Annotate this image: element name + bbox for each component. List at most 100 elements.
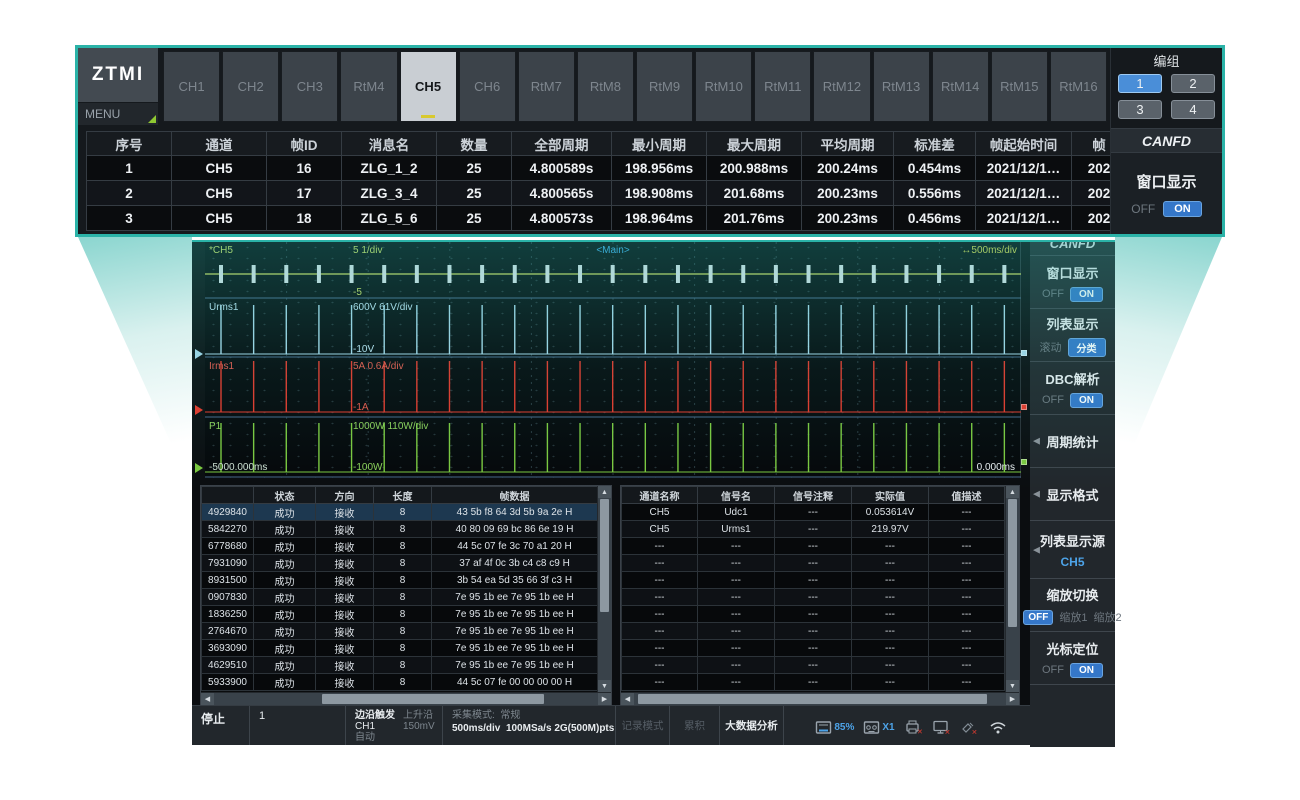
tab-rtm8[interactable]: RtM8 — [577, 51, 634, 122]
frame-table-row[interactable]: 5842270成功接收840 80 09 69 bc 86 6e 19 H — [202, 521, 598, 538]
vscroll-thumb[interactable] — [600, 499, 609, 612]
tab-rtm9[interactable]: RtM9 — [636, 51, 693, 122]
sidebar-item-list-display[interactable]: 列表显示滚动分类 — [1030, 308, 1115, 361]
sidebar-item-window-display[interactable]: 窗口显示OFFON — [1030, 255, 1115, 308]
stats-table-row[interactable]: 2CH517ZLG_3_4254.800565s198.908ms201.68m… — [87, 181, 1111, 206]
option-滚动[interactable]: 滚动 — [1040, 339, 1062, 355]
signal-table-row[interactable]: --------------- — [622, 657, 1005, 674]
tab-rtm12[interactable]: RtM12 — [813, 51, 870, 122]
group-button-1[interactable]: 1 — [1118, 74, 1162, 93]
option-缩放1[interactable]: 缩放1 — [1059, 609, 1087, 625]
wifi-icon[interactable] — [988, 720, 1008, 735]
group-button-4[interactable]: 4 — [1171, 100, 1215, 119]
menu-button[interactable]: MENU — [78, 102, 158, 125]
scroll-right-icon[interactable]: ▶ — [598, 693, 611, 705]
scroll-right-icon[interactable]: ▶ — [1006, 693, 1019, 705]
signal-table-row[interactable]: CH5Udc1---0.053614V--- — [622, 504, 1005, 521]
urms1-right-marker[interactable] — [1021, 350, 1027, 356]
option-on[interactable]: ON — [1070, 393, 1103, 408]
time-end-marker[interactable] — [1021, 459, 1027, 465]
frame-table-row[interactable]: 3693090成功接收87e 95 1b ee 7e 95 1b ee H — [202, 640, 598, 657]
signal-table-hscrollbar[interactable]: ◀ ▶ — [621, 692, 1019, 705]
acquisition-info[interactable]: 采集模式: 常规 500ms/div 100MSa/s 2G(500M)pts — [443, 706, 616, 745]
group-button-2[interactable]: 2 — [1171, 74, 1215, 93]
vscroll-thumb[interactable] — [1008, 499, 1017, 627]
frame-table-row[interactable]: 7931090成功接收837 af 4f 0c 3b c4 c8 c9 H — [202, 555, 598, 572]
tab-rtm10[interactable]: RtM10 — [695, 51, 752, 122]
hscroll-thumb[interactable] — [638, 694, 988, 704]
signal-table-row[interactable]: --------------- — [622, 623, 1005, 640]
tab-rtm13[interactable]: RtM13 — [873, 51, 930, 122]
sidebar-item-display-format[interactable]: ◀显示格式 — [1030, 467, 1115, 520]
signal-table-row[interactable]: --------------- — [622, 589, 1005, 606]
option-off[interactable]: OFF — [1042, 288, 1064, 300]
urms1-position-marker[interactable] — [195, 349, 203, 359]
frame-table-row[interactable]: 2764670成功接收87e 95 1b ee 7e 95 1b ee H — [202, 623, 598, 640]
scroll-left-icon[interactable]: ◀ — [201, 693, 214, 705]
sidebar-item-dbc-parse[interactable]: DBC解析OFFON — [1030, 361, 1115, 414]
window-display-off[interactable]: OFF — [1131, 202, 1155, 216]
frame-table-row[interactable]: 4629510成功接收87e 95 1b ee 7e 95 1b ee H — [202, 657, 598, 674]
frame-table-hscrollbar[interactable]: ◀ ▶ — [201, 692, 611, 705]
tab-rtm11[interactable]: RtM11 — [754, 51, 811, 122]
sidebar-item-list-source[interactable]: ◀列表显示源CH5 — [1030, 520, 1115, 578]
signal-table-row[interactable]: --------------- — [622, 572, 1005, 589]
irms1-right-marker[interactable] — [1021, 404, 1027, 410]
tab-ch5[interactable]: CH5 — [400, 51, 457, 122]
trigger-info[interactable]: 边沿触发 CH1 自动 上升沿 150mV — [346, 706, 443, 745]
frame-table-vscrollbar[interactable]: ▲ ▼ — [597, 486, 611, 692]
irms1-position-marker[interactable] — [195, 405, 203, 415]
tab-ch2[interactable]: CH2 — [222, 51, 279, 122]
tab-ch3[interactable]: CH3 — [281, 51, 338, 122]
signal-table-row[interactable]: --------------- — [622, 538, 1005, 555]
scroll-down-icon[interactable]: ▼ — [598, 680, 611, 692]
sidebar-item-period-stats[interactable]: ◀周期统计 — [1030, 414, 1115, 467]
signal-table-row[interactable]: --------------- — [622, 555, 1005, 572]
frame-table-row[interactable]: 5933900成功接收844 5c 07 fe 00 00 00 00 H — [202, 674, 598, 691]
signal-table-row[interactable]: CH5Urms1---219.97V--- — [622, 521, 1005, 538]
sidebar-item-zoom-switch[interactable]: 缩放切换OFF缩放1缩放2 — [1030, 578, 1115, 631]
scroll-up-icon[interactable]: ▲ — [598, 486, 611, 498]
option-on[interactable]: ON — [1070, 287, 1103, 302]
stats-table-row[interactable]: 3CH518ZLG_5_6254.800573s198.964ms201.76m… — [87, 206, 1111, 231]
tab-rtm15[interactable]: RtM15 — [991, 51, 1048, 122]
monitor-disconnected-icon[interactable]: ✕ — [932, 720, 951, 735]
tab-rtm14[interactable]: RtM14 — [932, 51, 989, 122]
frame-table-row[interactable]: 6778680成功接收844 5c 07 fe 3c 70 a1 20 H — [202, 538, 598, 555]
frame-table-row[interactable]: 4929840成功接收843 5b f8 64 3d 5b 9a 2e H — [202, 504, 598, 521]
scroll-down-icon[interactable]: ▼ — [1006, 680, 1019, 692]
option-off[interactable]: OFF — [1042, 394, 1064, 406]
group-button-3[interactable]: 3 — [1118, 100, 1162, 119]
sidebar-item-cursor-position[interactable]: 光标定位OFFON — [1030, 631, 1115, 684]
run-state[interactable]: 停止 — [192, 706, 250, 745]
frame-table-row[interactable]: 8931500成功接收83b 54 ea 5d 35 66 3f c3 H — [202, 572, 598, 589]
tab-rtm16[interactable]: RtM16 — [1050, 51, 1107, 122]
stats-table-row[interactable]: 1CH516ZLG_1_2254.800589s198.956ms200.988… — [87, 156, 1111, 181]
option-off[interactable]: OFF — [1023, 610, 1053, 625]
option-off[interactable]: OFF — [1042, 664, 1064, 676]
p1-position-marker[interactable] — [195, 463, 203, 473]
printer-disconnected-icon[interactable]: ✕ — [904, 720, 923, 735]
signal-table-row[interactable]: --------------- — [622, 606, 1005, 623]
signal-table-vscrollbar[interactable]: ▲ ▼ — [1005, 486, 1019, 692]
tab-ch1[interactable]: CH1 — [163, 51, 220, 122]
record-mode-button[interactable]: 记录模式 — [616, 706, 670, 745]
bigdata-analysis-button[interactable]: 大数据分析 — [720, 706, 784, 745]
option-分类[interactable]: 分类 — [1068, 338, 1106, 357]
window-display-panel[interactable]: 窗口显示 OFF ON — [1111, 153, 1222, 234]
frame-table-row[interactable]: 1836250成功接收87e 95 1b ee 7e 95 1b ee H — [202, 606, 598, 623]
accumulate-button[interactable]: 累积 — [670, 706, 720, 745]
option-on[interactable]: ON — [1070, 663, 1103, 678]
hscroll-thumb[interactable] — [322, 694, 545, 704]
tab-ch6[interactable]: CH6 — [459, 51, 516, 122]
option-缩放2[interactable]: 缩放2 — [1094, 609, 1122, 625]
window-display-on[interactable]: ON — [1163, 201, 1202, 217]
tab-rtm7[interactable]: RtM7 — [518, 51, 575, 122]
frame-table-row[interactable]: 0907830成功接收87e 95 1b ee 7e 95 1b ee H — [202, 589, 598, 606]
signal-table-row[interactable]: --------------- — [622, 674, 1005, 691]
scroll-left-icon[interactable]: ◀ — [621, 693, 634, 705]
gps-disconnected-icon[interactable]: ✕ — [960, 720, 979, 735]
scroll-up-icon[interactable]: ▲ — [1006, 486, 1019, 498]
tab-rtm4[interactable]: RtM4 — [340, 51, 397, 122]
signal-table-row[interactable]: --------------- — [622, 640, 1005, 657]
